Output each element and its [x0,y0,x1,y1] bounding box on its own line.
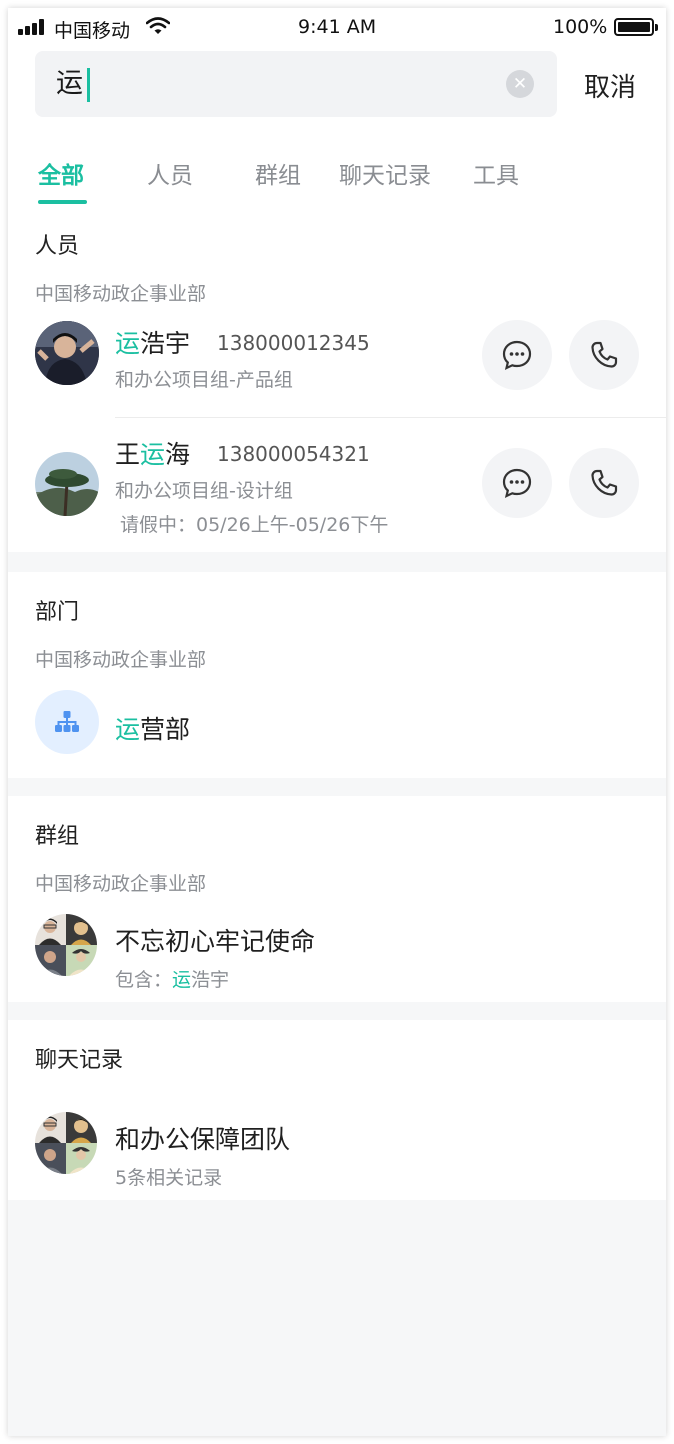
org-chart-icon [35,690,99,754]
name-rest: 营部 [140,715,191,744]
name-rest: 浩宇 [191,969,230,991]
signal-icon [18,19,48,35]
avatar [35,321,99,385]
section-org: 中国移动政企事业部 [35,283,207,305]
tab-tools[interactable]: 工具 [473,156,519,190]
name-rest: 海 [165,440,191,469]
person-dept: 和办公项目组-产品组 [115,369,293,391]
person-phone: 138000054321 [217,442,370,466]
chat-bubble-icon [502,468,532,498]
leave-status: 请假中：05/26上午-05/26下午 [120,514,389,536]
chat-bubble-icon [502,340,532,370]
status-bar: 中国移动 9:41 AM 100% [8,8,666,48]
search-query[interactable]: 运 [56,68,83,100]
people-section: 人员 中国移动政企事业部 运浩宇 138000012345 和办公项目组-产品组 [8,206,666,552]
header-area: 中国移动 9:41 AM 100% 运 ✕ 取消 全部 人员 群组 聊天记录 工… [8,8,666,206]
person-name: 王运海 [115,435,190,471]
name-prefix: 王 [115,440,141,469]
section-title: 聊天记录 [35,1048,124,1073]
tab-chat-records[interactable]: 聊天记录 [339,156,431,190]
section-title: 部门 [35,600,80,625]
search-input[interactable]: 运 ✕ [35,51,557,117]
group-name: 不忘初心牢记使命 [115,927,316,956]
name-highlight: 运 [172,969,192,991]
battery-icon [614,18,658,36]
person-name: 运浩宇 [115,324,190,360]
name-highlight: 运 [115,715,141,744]
tab-people[interactable]: 人员 [147,156,193,190]
section-title: 人员 [35,234,80,259]
wifi-icon [146,17,170,34]
call-button[interactable] [569,448,639,518]
phone-screen: 中国移动 9:41 AM 100% 运 ✕ 取消 全部 人员 群组 聊天记录 工… [8,8,666,1436]
phone-icon [591,469,618,496]
contains-label: 包含： [115,969,173,991]
text-caret [87,68,90,102]
name-highlight: 运 [115,329,141,358]
group-members: 包含：运浩宇 [115,965,229,992]
clock: 9:41 AM [298,16,377,38]
call-button[interactable] [569,320,639,390]
message-button[interactable] [482,320,552,390]
person-phone: 138000012345 [217,331,370,355]
department-section: 部门 中国移动政企事业部 运营部 [8,572,666,778]
person-dept: 和办公项目组-设计组 [115,480,293,502]
battery-percent: 100% [553,16,608,38]
chat-record-count: 5条相关记录 [115,1167,223,1189]
carrier-name: 中国移动 [54,20,131,42]
tab-groups[interactable]: 群组 [255,156,301,190]
cancel-button[interactable]: 取消 [584,67,636,104]
phone-icon [591,341,618,368]
department-name: 运营部 [115,710,190,746]
avatar [35,452,99,516]
chat-name: 和办公保障团队 [115,1125,291,1154]
section-org: 中国移动政企事业部 [35,873,207,895]
divider [115,417,666,418]
active-tab-indicator [38,200,87,204]
clear-icon[interactable]: ✕ [506,70,534,98]
tab-all[interactable]: 全部 [38,156,84,190]
group-avatar [35,914,97,976]
section-org: 中国移动政企事业部 [35,649,207,671]
message-button[interactable] [482,448,552,518]
section-title: 群组 [35,824,80,849]
group-section: 群组 中国移动政企事业部 不忘初心牢记使命 包含：运浩宇 [8,796,666,1002]
name-highlight: 运 [140,440,166,469]
group-avatar [35,1112,97,1174]
name-rest: 浩宇 [140,329,191,358]
chat-records-section: 聊天记录 和办公保障团队 5条相关记录 [8,1020,666,1200]
